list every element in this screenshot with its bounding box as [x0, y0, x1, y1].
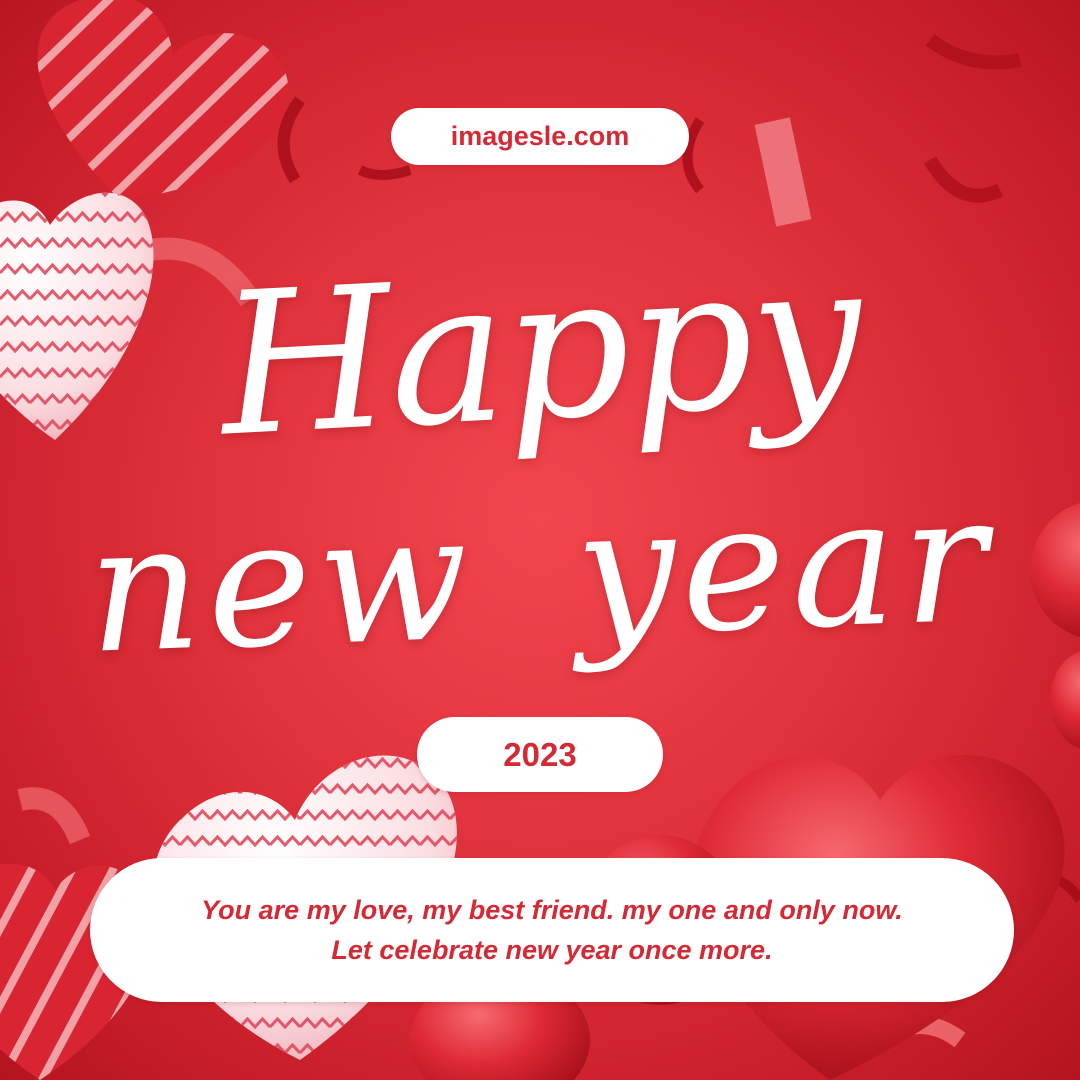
year-label: 2023	[503, 735, 577, 773]
site-label: imagesle.com	[450, 121, 630, 151]
site-badge[interactable]: imagesle.com	[391, 108, 689, 165]
message-line-2: Let celebrate new year once more.	[331, 935, 773, 965]
greeting-card: imagesle.com Happy new year 2023 You are…	[0, 0, 1080, 1080]
message-line-1: You are my love, my best friend. my one …	[201, 894, 903, 925]
heart-balloon-icon	[37, 0, 289, 201]
message-box: You are my love, my best friend. my one …	[90, 858, 1014, 1002]
greeting-line-2: new year	[84, 456, 996, 693]
year-badge: 2023	[417, 717, 663, 792]
